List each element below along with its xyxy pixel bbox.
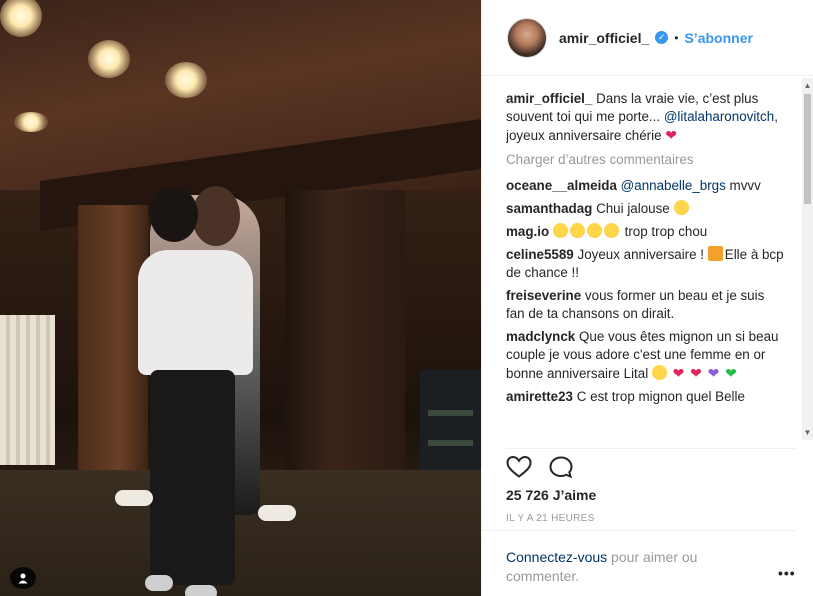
scroll-down-arrow-icon[interactable]: ▼: [803, 428, 812, 437]
photo-shoe: [145, 575, 173, 591]
comment-username[interactable]: samanthadag: [506, 201, 592, 216]
verified-badge-icon: ✓: [655, 31, 669, 44]
caption-username[interactable]: amir_officiel_: [506, 91, 592, 106]
comment-item: samanthadag Chui jalouse: [506, 200, 786, 218]
comment-text: Joyeux anniversaire !: [577, 247, 708, 262]
likes-count[interactable]: 25 726 J’aime: [506, 487, 596, 503]
heart-emoji-icon: ❤: [665, 127, 678, 143]
party-popper-emoji-icon: [707, 246, 723, 261]
user-tag-icon[interactable]: [10, 567, 36, 589]
ceiling-light: [165, 62, 207, 98]
comment-text: C est trop mignon quel Belle: [576, 389, 745, 404]
comment-item: mag.io trop trop chou: [506, 223, 786, 241]
login-link[interactable]: Connectez-vous: [506, 549, 607, 565]
comment-mention[interactable]: @annabelle_brgs: [621, 178, 726, 193]
photo-shoe: [115, 490, 153, 506]
header-separator: •: [674, 30, 679, 45]
confused-face-emoji-icon: [673, 200, 689, 215]
comment-item: freiseverine vous former un beau et je s…: [506, 287, 786, 323]
login-prompt: Connectez-vous pour aimer ou commenter.: [482, 530, 796, 586]
load-more-comments-button[interactable]: Charger d’autres commentaires: [506, 151, 786, 169]
photo-curtain: [0, 315, 55, 465]
comment-username[interactable]: mag.io: [506, 224, 549, 239]
photo-shoe: [258, 505, 296, 521]
photo-man-pants: [150, 370, 235, 585]
heart-eyes-emoji-icon: [552, 223, 568, 238]
follow-button[interactable]: S’abonner: [684, 30, 752, 46]
comment-text: mvvv: [725, 178, 761, 193]
avatar[interactable]: [507, 17, 547, 58]
comments-list: amir_officiel_ Dans la vraie vie, c’est …: [506, 90, 786, 440]
photo-shoe: [185, 585, 217, 596]
heart-eyes-emoji-icon: [569, 223, 585, 238]
post-photo[interactable]: [0, 0, 481, 596]
photo-man-head: [150, 187, 198, 242]
post-timestamp[interactable]: IL Y A 21 HEURES: [506, 513, 595, 524]
comment-bubble-icon[interactable]: [548, 455, 574, 479]
comment-username[interactable]: freiseverine: [506, 288, 581, 303]
comment-text: Chui jalouse: [596, 201, 670, 216]
comment-item: celine5589 Joyeux anniversaire ! Elle à …: [506, 246, 786, 282]
caption: amir_officiel_ Dans la vraie vie, c’est …: [506, 90, 786, 145]
purple-heart-emoji-icon: ❤: [707, 365, 720, 381]
header-username[interactable]: amir_officiel_: [559, 30, 649, 46]
photo-woman-head: [192, 186, 240, 246]
comment-item: madclynck Que vous êtes mignon un si bea…: [506, 328, 786, 383]
scroll-up-arrow-icon[interactable]: ▲: [803, 81, 812, 90]
post-side-panel: amir_officiel_ ✓ • S’abonner amir_offici…: [481, 0, 813, 596]
comment-username[interactable]: amirette23: [506, 389, 573, 404]
kiss-face-emoji-icon: [651, 365, 667, 380]
green-heart-emoji-icon: ❤: [725, 365, 737, 381]
comment-text: trop trop chou: [620, 224, 708, 239]
instagram-post-view: amir_officiel_ ✓ • S’abonner amir_offici…: [0, 0, 813, 596]
scrollbar-thumb[interactable]: [804, 94, 811, 204]
post-header: amir_officiel_ ✓ • S’abonner: [482, 0, 813, 76]
comment-username[interactable]: madclynck: [506, 329, 575, 344]
comments-scrollbar[interactable]: ▲ ▼: [802, 78, 813, 440]
heart-emoji-icon: ❤: [672, 365, 685, 381]
caption-mention[interactable]: @litalaharonovitch: [664, 109, 774, 124]
heart-emoji-icon: ❤: [690, 365, 702, 381]
heart-outline-icon[interactable]: [506, 455, 532, 478]
comment-item: amirette23 C est trop mignon quel Belle: [506, 388, 786, 406]
photo-man-shirt: [138, 250, 253, 375]
comment-item: oceane__almeida @annabelle_brgs mvvv: [506, 177, 786, 195]
heart-eyes-emoji-icon: [603, 223, 619, 238]
post-actions: [506, 448, 796, 479]
ceiling-light: [88, 40, 130, 78]
comment-username[interactable]: oceane__almeida: [506, 178, 617, 193]
heart-eyes-emoji-icon: [586, 223, 602, 238]
ceiling-light: [14, 112, 48, 132]
comment-username[interactable]: celine5589: [506, 247, 574, 262]
more-options-icon[interactable]: •••: [778, 565, 796, 581]
